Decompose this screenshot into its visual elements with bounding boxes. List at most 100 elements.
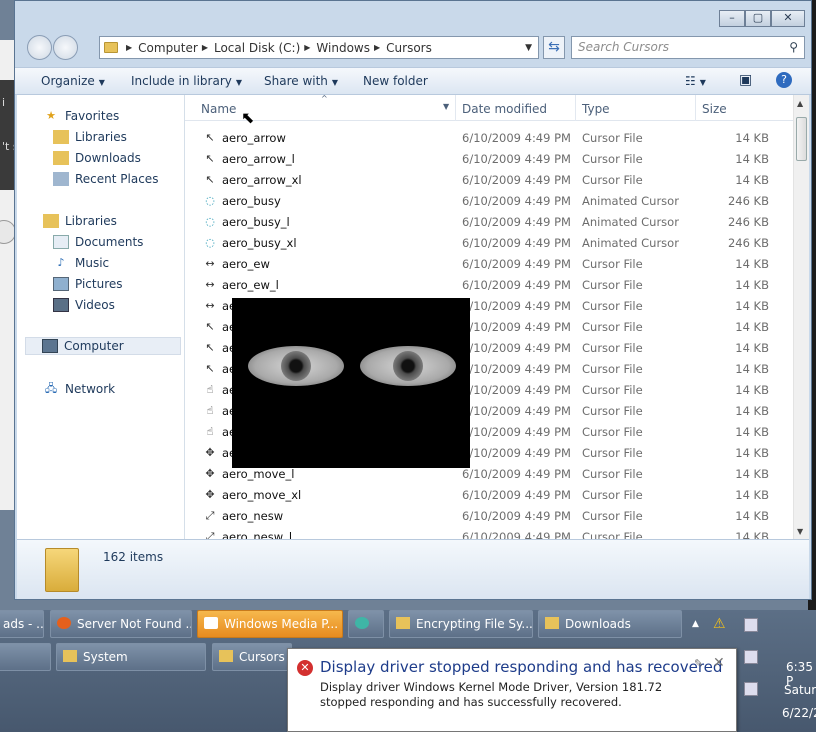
search-icon[interactable]: ⚲	[789, 37, 798, 58]
file-row[interactable]: ⤢ aero_nesw 6/10/2009 4:49 PM Cursor File 14…	[185, 506, 793, 527]
file-row[interactable]: ↔ aero_ew 6/10/2009 4:49 PM Cursor File 14 K…	[185, 254, 793, 275]
taskbar-item-downloads[interactable]: Downloads	[538, 610, 682, 638]
vertical-scrollbar[interactable]: ▲ ▼	[793, 95, 809, 539]
help-icon[interactable]: ?	[776, 72, 792, 88]
back-button[interactable]	[27, 35, 52, 60]
taskbar-item[interactable]: ads - ...	[0, 610, 44, 638]
search-input[interactable]: Search Cursors ⚲	[571, 36, 805, 59]
clock-day[interactable]: Saturd	[784, 683, 816, 697]
nav-recent-places[interactable]: Recent Places	[53, 170, 158, 188]
resize-ew-cursor-icon: ↔	[205, 299, 215, 312]
nav-label: Libraries	[65, 214, 117, 228]
include-in-library-button[interactable]: Include in library ▼	[131, 74, 242, 88]
scroll-up-icon[interactable]: ▲	[797, 99, 803, 108]
file-date: 6/10/2009 4:49 PM	[462, 236, 571, 250]
file-row[interactable]: ↖ aero_arrow_xl 6/10/2009 4:49 PM Cursor Fi…	[185, 170, 793, 191]
file-row[interactable]: ◌ aero_busy_l 6/10/2009 4:49 PM Animated Cu…	[185, 212, 793, 233]
taskbar-item-system[interactable]: System	[56, 643, 206, 671]
network-icon: 🖧	[44, 382, 58, 395]
volume-icon[interactable]	[744, 682, 758, 696]
organize-button[interactable]: Organize ▼	[41, 74, 105, 88]
taskbar-label: Cursors	[239, 650, 285, 664]
nav-libraries[interactable]: Libraries	[43, 212, 117, 230]
file-date: 6/10/2009 4:49 PM	[462, 404, 571, 418]
network-tray-icon[interactable]	[744, 650, 758, 664]
breadcrumb-separator-icon[interactable]: ▶	[304, 43, 310, 52]
close-button[interactable]: ✕	[771, 10, 805, 27]
file-date: 6/10/2009 4:49 PM	[462, 425, 571, 439]
resize-nesw-cursor-icon: ⤢	[205, 530, 215, 539]
file-size: 14 KB	[735, 509, 769, 523]
maximize-button[interactable]: ▢	[745, 10, 771, 27]
nav-favorites[interactable]: ★ Favorites	[43, 107, 119, 125]
file-size: 246 KB	[727, 236, 769, 250]
taskbar-item-encrypting[interactable]: Encrypting File Sy...	[389, 610, 533, 638]
breadcrumb-local-disk[interactable]: Local Disk (C:)	[214, 41, 300, 55]
taskbar-item-cursors[interactable]: Cursors	[212, 643, 292, 671]
options-icon[interactable]: ✎	[694, 657, 703, 670]
include-label: Include in library	[131, 74, 232, 88]
nav-label: Libraries	[75, 130, 127, 144]
nav-pictures[interactable]: Pictures	[53, 275, 123, 293]
busy-cursor-icon: ◌	[205, 194, 215, 207]
chevron-down-icon[interactable]: ▼	[443, 102, 449, 111]
address-bar[interactable]: ▶ Computer ▶ Local Disk (C:) ▶ Windows ▶…	[99, 36, 539, 59]
file-row[interactable]: ↔ aero_ew_l 6/10/2009 4:49 PM Cursor File 14…	[185, 275, 793, 296]
close-icon[interactable]: ✕	[713, 655, 725, 671]
file-date: 6/10/2009 4:49 PM	[462, 152, 571, 166]
nav-network[interactable]: 🖧 Network	[43, 380, 115, 398]
show-hidden-icons-icon[interactable]: ▲	[692, 619, 699, 629]
column-header-name[interactable]: Name	[201, 102, 236, 116]
forward-button[interactable]	[53, 35, 78, 60]
folder-icon	[53, 130, 69, 144]
warning-icon[interactable]: ⚠	[713, 616, 726, 632]
nav-documents[interactable]: Documents	[53, 233, 143, 251]
file-row[interactable]: ◌ aero_busy 6/10/2009 4:49 PM Animated Curs…	[185, 191, 793, 212]
nav-computer[interactable]: Computer	[25, 337, 181, 355]
new-folder-button[interactable]: New folder	[363, 74, 428, 88]
column-separator[interactable]	[695, 95, 696, 121]
minimize-button[interactable]: –	[719, 10, 745, 27]
taskbar-item-blank[interactable]	[0, 643, 51, 671]
nav-downloads[interactable]: Downloads	[53, 149, 141, 167]
scrollbar-thumb[interactable]	[796, 117, 807, 161]
file-name: aero_busy	[222, 194, 281, 208]
taskbar-item-firefox[interactable]: Server Not Found ...	[50, 610, 192, 638]
nav-videos[interactable]: Videos	[53, 296, 115, 314]
file-row[interactable]: ↖ aero_arrow 6/10/2009 4:49 PM Cursor File 1…	[185, 128, 793, 149]
column-separator[interactable]	[455, 95, 456, 121]
nav-music[interactable]: ♪ Music	[53, 254, 109, 272]
taskbar-item-app[interactable]	[348, 610, 384, 638]
share-with-button[interactable]: Share with ▼	[264, 74, 338, 88]
preview-pane-button[interactable]: ▣	[739, 72, 752, 88]
file-row[interactable]: ↖ aero_arrow_l 6/10/2009 4:49 PM Cursor Fil…	[185, 149, 793, 170]
scroll-down-icon[interactable]: ▼	[797, 527, 803, 536]
taskbar-label: Downloads	[565, 617, 631, 631]
notification-balloon[interactable]: ✕ Display driver stopped responding and …	[287, 648, 737, 732]
breadcrumb-cursors[interactable]: Cursors	[386, 41, 432, 55]
column-header-size[interactable]: Size	[702, 102, 727, 116]
documents-icon	[53, 235, 69, 249]
taskbar-label: Server Not Found ...	[77, 617, 192, 631]
taskbar-label: Encrypting File Sy...	[416, 617, 533, 631]
file-name: aero_busy_xl	[222, 236, 297, 250]
clock-date[interactable]: 6/22/2	[782, 706, 816, 720]
nav-libraries-favorite[interactable]: Libraries	[53, 128, 127, 146]
breadcrumb-separator-icon[interactable]: ▶	[374, 43, 380, 52]
column-header-type[interactable]: Type	[582, 102, 610, 116]
file-row[interactable]: ✥ aero_move_xl 6/10/2009 4:49 PM Cursor Fil…	[185, 485, 793, 506]
sort-arrow-icon: ^	[321, 95, 328, 103]
column-separator[interactable]	[575, 95, 576, 121]
file-row[interactable]: ⤢ aero_nesw_l 6/10/2009 4:49 PM Cursor File…	[185, 527, 793, 539]
view-options-button[interactable]: ☷ ▼	[685, 74, 706, 88]
action-center-icon[interactable]	[744, 618, 758, 632]
chevron-down-icon[interactable]: ▼	[525, 43, 532, 53]
breadcrumb-windows[interactable]: Windows	[316, 41, 370, 55]
file-type: Cursor File	[582, 383, 643, 397]
taskbar-item-media-player[interactable]: Windows Media P...	[197, 610, 343, 638]
column-header-date[interactable]: Date modified	[462, 102, 547, 116]
breadcrumb-computer[interactable]: Computer	[138, 41, 198, 55]
breadcrumb-separator-icon[interactable]: ▶	[202, 43, 208, 52]
file-row[interactable]: ◌ aero_busy_xl 6/10/2009 4:49 PM Animated C…	[185, 233, 793, 254]
refresh-button[interactable]: ⇆	[543, 36, 565, 59]
